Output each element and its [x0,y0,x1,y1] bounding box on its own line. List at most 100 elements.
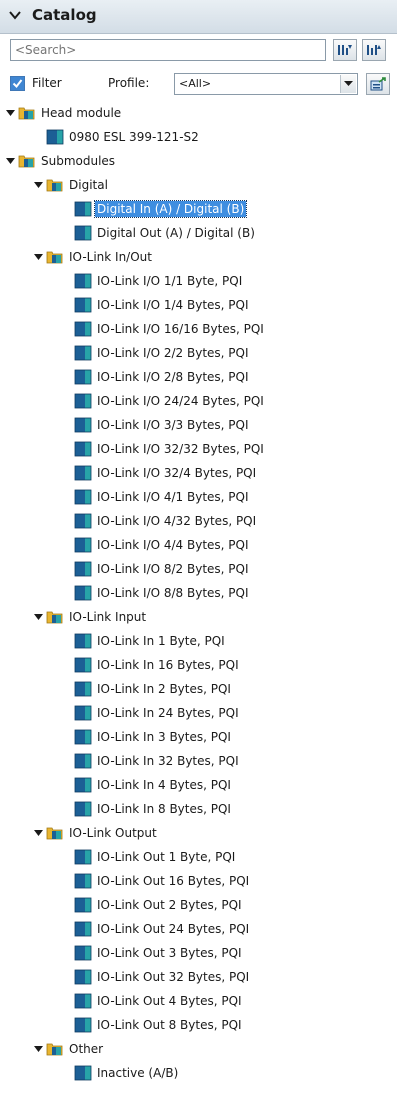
folder-icon [46,827,63,840]
tree-item[interactable]: IO-Link Out 8 Bytes, PQI [0,1013,397,1037]
tree-item[interactable]: IO-Link I/O 4/32 Bytes, PQI [0,509,397,533]
tree-folder-io-link-in-out[interactable]: IO-Link In/Out [0,245,397,269]
tree-item-label: IO-Link I/O 8/2 Bytes, PQI [97,562,249,576]
expand-arrow-icon[interactable] [6,157,15,165]
search-input[interactable] [10,39,326,61]
module-icon [74,897,92,913]
folder-icon [46,611,63,624]
module-icon [74,417,92,433]
tree-item[interactable]: IO-Link I/O 1/1 Byte, PQI [0,269,397,293]
profile-label: Profile: [108,76,150,90]
tree-item-label: Head module [41,106,122,120]
filter-row: Filter Profile: <All> [0,70,397,98]
search-down-button[interactable] [333,39,357,61]
module-icon [74,753,92,769]
module-icon [74,513,92,529]
filter-checkbox[interactable] [10,76,25,91]
tree-item[interactable]: IO-Link Out 2 Bytes, PQI [0,893,397,917]
tree-item[interactable]: IO-Link I/O 32/4 Bytes, PQI [0,461,397,485]
tree-item[interactable]: IO-Link In 16 Bytes, PQI [0,653,397,677]
tree-item[interactable]: IO-Link In 2 Bytes, PQI [0,677,397,701]
tree-item-label: IO-Link I/O 1/1 Byte, PQI [97,274,243,288]
tree-item[interactable]: Inactive (A/B) [0,1061,397,1085]
tree-item-label: IO-Link In 1 Byte, PQI [97,634,225,648]
tree-folder-io-link-input[interactable]: IO-Link Input [0,605,397,629]
tree-item[interactable]: 0980 ESL 399-121-S2 [0,125,397,149]
folder-icon [18,107,35,120]
tree-item[interactable]: IO-Link Out 1 Byte, PQI [0,845,397,869]
tree-item[interactable]: IO-Link Out 3 Bytes, PQI [0,941,397,965]
tree-folder-submodules[interactable]: Submodules [0,149,397,173]
tree-item[interactable]: IO-Link I/O 8/8 Bytes, PQI [0,581,397,605]
tree-item[interactable]: Digital In (A) / Digital (B) [0,197,397,221]
module-icon [74,345,92,361]
chevron-down-icon[interactable] [8,8,22,22]
tree-item-label: IO-Link Out 16 Bytes, PQI [97,874,250,888]
tree-item[interactable]: IO-Link Out 16 Bytes, PQI [0,869,397,893]
open-profile-button[interactable] [366,73,390,95]
expand-arrow-icon[interactable] [34,181,43,189]
dropdown-arrow-icon [344,81,353,86]
module-icon [74,297,92,313]
expand-arrow-icon[interactable] [34,613,43,621]
module-icon [74,849,92,865]
tree-item[interactable]: IO-Link I/O 4/4 Bytes, PQI [0,533,397,557]
tree-item-label: IO-Link I/O 32/32 Bytes, PQI [97,442,264,456]
tree-folder-io-link-output[interactable]: IO-Link Output [0,821,397,845]
tree-item-label: IO-Link Out 8 Bytes, PQI [97,1018,242,1032]
tree-item-label: IO-Link In 32 Bytes, PQI [97,754,239,768]
tree-item-label: IO-Link In 16 Bytes, PQI [97,658,239,672]
filter-label: Filter [32,76,62,90]
tree-item[interactable]: IO-Link In 24 Bytes, PQI [0,701,397,725]
expand-arrow-icon[interactable] [34,829,43,837]
tree-item-label: IO-Link Input [69,610,147,624]
catalog-title: Catalog [32,6,97,24]
search-up-button[interactable] [362,39,386,61]
tree-item-label: IO-Link I/O 3/3 Bytes, PQI [97,418,249,432]
tree-item[interactable]: IO-Link Out 4 Bytes, PQI [0,989,397,1013]
tree-item-label: IO-Link Out 3 Bytes, PQI [97,946,242,960]
profile-dropdown-button[interactable] [340,75,356,93]
module-icon [74,441,92,457]
tree-item[interactable]: IO-Link In 4 Bytes, PQI [0,773,397,797]
folder-icon [46,251,63,264]
tree-item[interactable]: IO-Link In 3 Bytes, PQI [0,725,397,749]
tree-folder-head-module[interactable]: Head module [0,101,397,125]
tree-item[interactable]: IO-Link I/O 1/4 Bytes, PQI [0,293,397,317]
tree-item[interactable]: IO-Link Out 24 Bytes, PQI [0,917,397,941]
module-icon [74,393,92,409]
profile-select[interactable]: <All> [174,73,358,95]
tree-item[interactable]: IO-Link I/O 16/16 Bytes, PQI [0,317,397,341]
tree-item[interactable]: IO-Link I/O 2/8 Bytes, PQI [0,365,397,389]
tree-item[interactable]: IO-Link I/O 4/1 Bytes, PQI [0,485,397,509]
tree-item[interactable]: IO-Link In 32 Bytes, PQI [0,749,397,773]
module-icon [74,585,92,601]
tree-item-label: 0980 ESL 399-121-S2 [69,130,199,144]
tree-folder-other[interactable]: Other [0,1037,397,1061]
module-icon [74,993,92,1009]
expand-arrow-icon[interactable] [34,253,43,261]
tree-item[interactable]: IO-Link Out 32 Bytes, PQI [0,965,397,989]
expand-arrow-icon[interactable] [34,1045,43,1053]
module-icon [74,1065,92,1081]
tree-item[interactable]: IO-Link In 8 Bytes, PQI [0,797,397,821]
tree-item[interactable]: IO-Link I/O 3/3 Bytes, PQI [0,413,397,437]
expand-arrow-icon[interactable] [6,109,15,117]
tree-item[interactable]: IO-Link I/O 2/2 Bytes, PQI [0,341,397,365]
module-icon [74,969,92,985]
tree-item[interactable]: IO-Link I/O 32/32 Bytes, PQI [0,437,397,461]
tree-item-label: IO-Link In 8 Bytes, PQI [97,802,231,816]
tree-item[interactable]: IO-Link I/O 8/2 Bytes, PQI [0,557,397,581]
search-up-icon [367,45,381,55]
tree-item-label: Inactive (A/B) [97,1066,179,1080]
tree-item[interactable]: IO-Link In 1 Byte, PQI [0,629,397,653]
tree-folder-digital[interactable]: Digital [0,173,397,197]
module-icon [74,201,92,217]
tree-item[interactable]: Digital Out (A) / Digital (B) [0,221,397,245]
catalog-header[interactable]: Catalog [0,0,397,34]
tree-item-label: IO-Link I/O 4/4 Bytes, PQI [97,538,249,552]
open-profile-icon [370,77,386,91]
tree-item[interactable]: IO-Link I/O 24/24 Bytes, PQI [0,389,397,413]
tree-item-label: IO-Link Out 4 Bytes, PQI [97,994,242,1008]
search-row [0,36,397,66]
